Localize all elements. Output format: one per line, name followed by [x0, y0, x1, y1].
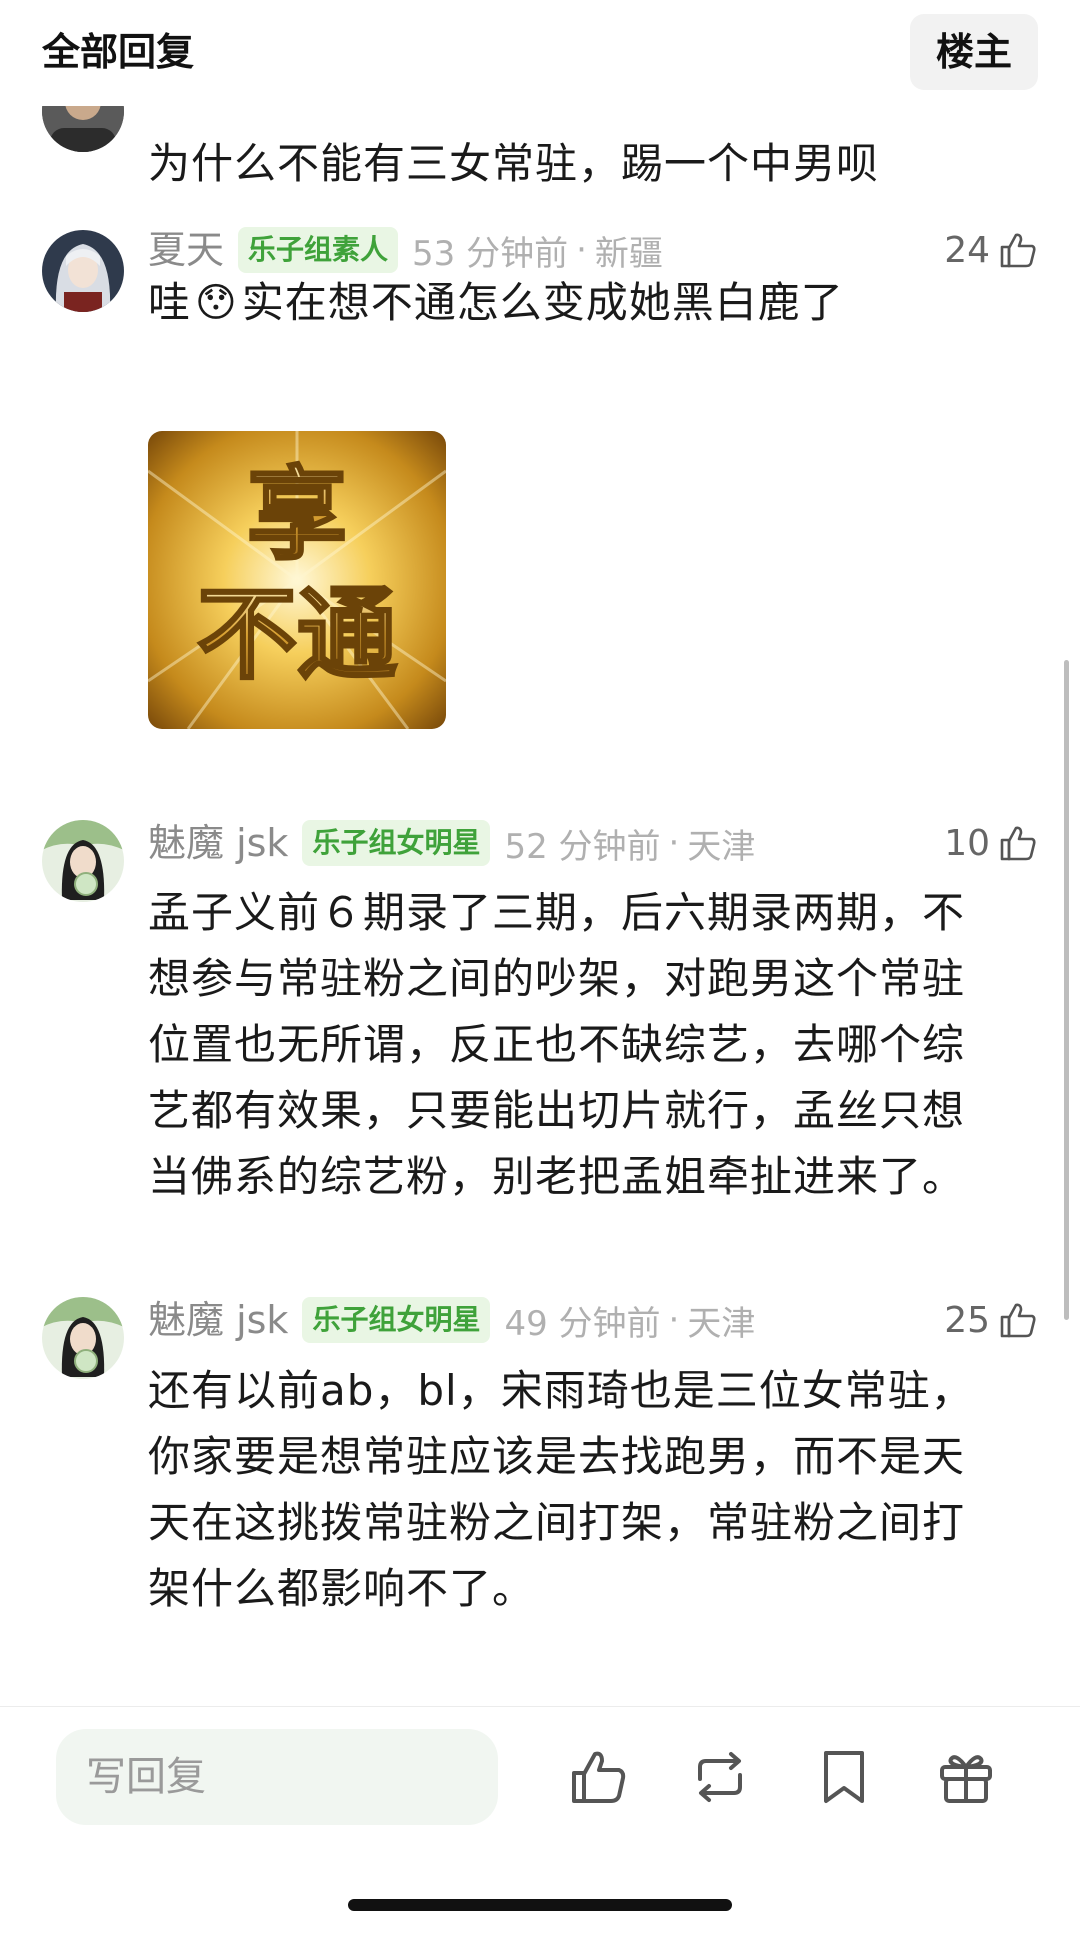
comment-meta: 魅魔 jsk 乐子组女明星 52 分钟前 · 天津: [148, 815, 755, 871]
comment-feed[interactable]: 为什么不能有三女常驻，踢一个中男呗 夏天 乐子组素人 53 分钟前 · 新疆 2…: [0, 0, 1080, 1710]
page-header: 全部回复 楼主: [0, 0, 1080, 106]
avatar[interactable]: [42, 230, 124, 312]
bookmark-icon[interactable]: [812, 1745, 876, 1809]
comment-line: 位置也无所谓，反正也不缺综艺，去哪个综: [148, 1020, 966, 1069]
comment-line: 还有以前ab，bl，宋雨琦也是三位女常驻，: [148, 1366, 974, 1415]
comment-line: 孟子义前６期录了三期，后六期录两期，不: [148, 888, 966, 937]
timestamp: 53 分钟前: [412, 233, 569, 274]
comment-meta: 魅魔 jsk 乐子组女明星 49 分钟前 · 天津: [148, 1292, 755, 1348]
op-filter-button[interactable]: 楼主: [910, 14, 1038, 90]
comment-text: 哇 😯 实在想不通怎么变成她黑白鹿了: [148, 270, 1028, 336]
comment-text: 孟子义前６期录了三期，后六期录两期，不 想参与常驻粉之间的吵架，对跑男这个常驻 …: [148, 880, 1028, 1210]
location: 天津: [687, 826, 756, 867]
comment-line: 天在这挑拨常驻粉之间打架，常驻粉之间打: [148, 1498, 966, 1547]
user-badge: 乐子组素人: [238, 227, 399, 273]
like-button[interactable]: 25: [944, 1292, 1038, 1348]
username[interactable]: 魅魔 jsk: [148, 1292, 288, 1348]
comment-text: 为什么不能有三女常驻，踢一个中男呗: [148, 139, 880, 188]
like-button[interactable]: 10: [944, 815, 1038, 871]
comment-line: 当佛系的综艺粉，别老把孟姐牵扯进来了。: [148, 1152, 966, 1201]
thumbs-up-icon: [1000, 826, 1036, 861]
sticker-text: 不通: [197, 576, 397, 693]
gift-icon[interactable]: [934, 1745, 998, 1809]
like-count: 10: [944, 822, 990, 864]
like-count: 25: [944, 1299, 990, 1341]
separator-dot: ·: [668, 1300, 680, 1340]
comment-text-part: 哇: [148, 278, 192, 327]
timestamp: 52 分钟前: [504, 826, 661, 867]
scrollbar[interactable]: [1064, 660, 1069, 1320]
comment-line: 艺都有效果，只要能出切片就行，孟丝只想: [148, 1086, 966, 1135]
avatar[interactable]: [42, 1297, 124, 1379]
like-icon[interactable]: [566, 1745, 630, 1809]
like-count: 24: [944, 229, 990, 271]
location: 天津: [687, 1303, 756, 1344]
repost-icon[interactable]: [688, 1745, 752, 1809]
sticker-text: 享: [247, 456, 347, 573]
comment-line: 架什么都影响不了。: [148, 1564, 536, 1613]
username[interactable]: 魅魔 jsk: [148, 815, 288, 871]
comment-line: 想参与常驻粉之间的吵架，对跑男这个常驻: [148, 954, 966, 1003]
comment-line: 你家要是想常驻应该是去找跑男，而不是天: [148, 1432, 966, 1481]
separator-dot: ·: [576, 230, 587, 270]
page-title: 全部回复: [42, 30, 195, 74]
separator-dot: ·: [668, 823, 680, 863]
comment-text-part: 实在想不通怎么变成她黑白鹿了: [241, 278, 844, 327]
bottom-action-bar: 写回复: [0, 1706, 1080, 1934]
location: 新疆: [594, 233, 663, 274]
astonished-emoji-icon: 😯: [195, 280, 238, 326]
avatar[interactable]: [42, 820, 124, 902]
comment-text: 还有以前ab，bl，宋雨琦也是三位女常驻， 你家要是想常驻应该是去找跑男，而不是…: [148, 1358, 1028, 1622]
home-indicator: [348, 1899, 732, 1911]
timestamp: 49 分钟前: [504, 1303, 661, 1344]
thumbs-up-icon: [1000, 233, 1036, 268]
user-badge: 乐子组女明星: [302, 1297, 491, 1343]
sticker-image[interactable]: 享 不通: [148, 431, 446, 729]
user-badge: 乐子组女明星: [302, 820, 491, 866]
thumbs-up-icon: [1000, 1303, 1036, 1338]
reply-input[interactable]: 写回复: [56, 1729, 498, 1825]
